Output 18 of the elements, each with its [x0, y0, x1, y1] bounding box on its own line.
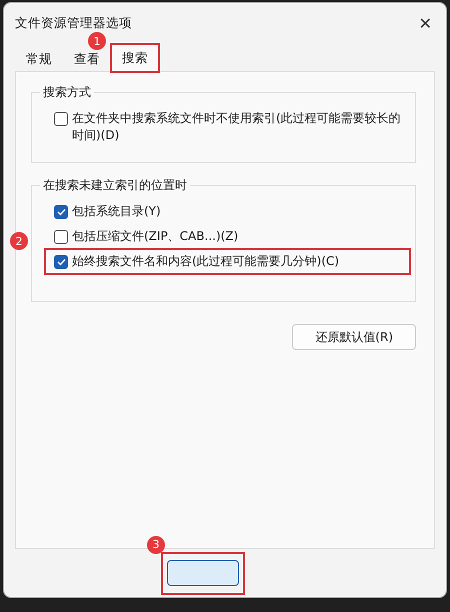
- checkbox[interactable]: [54, 255, 68, 269]
- group-title: 在搜索未建立索引的位置时: [40, 177, 190, 194]
- option-label: 在文件夹中搜索系统文件时不使用索引(此过程可能需要较长的时间)(D): [72, 110, 402, 144]
- option-label: 始终搜索文件名和内容(此过程可能需要几分钟)(C): [72, 253, 340, 270]
- close-button[interactable]: ✕: [414, 10, 436, 36]
- option-label: 包括系统目录(Y): [72, 203, 161, 220]
- checkbox[interactable]: [54, 205, 68, 219]
- option-label: 包括压缩文件(ZIP、CAB...)(Z): [72, 228, 238, 245]
- step-badge: 2: [10, 232, 28, 250]
- step-badge: 1: [88, 32, 106, 50]
- group-title: 搜索方式: [40, 84, 94, 101]
- checkmark-icon: [56, 258, 66, 266]
- restore-defaults-button[interactable]: 还原默认值(R): [292, 324, 416, 350]
- dialog-button[interactable]: [167, 560, 239, 586]
- window-title: 文件资源管理器选项: [15, 14, 132, 32]
- checkmark-icon: [56, 208, 66, 216]
- checkbox[interactable]: [54, 112, 68, 126]
- checkbox[interactable]: [54, 230, 68, 244]
